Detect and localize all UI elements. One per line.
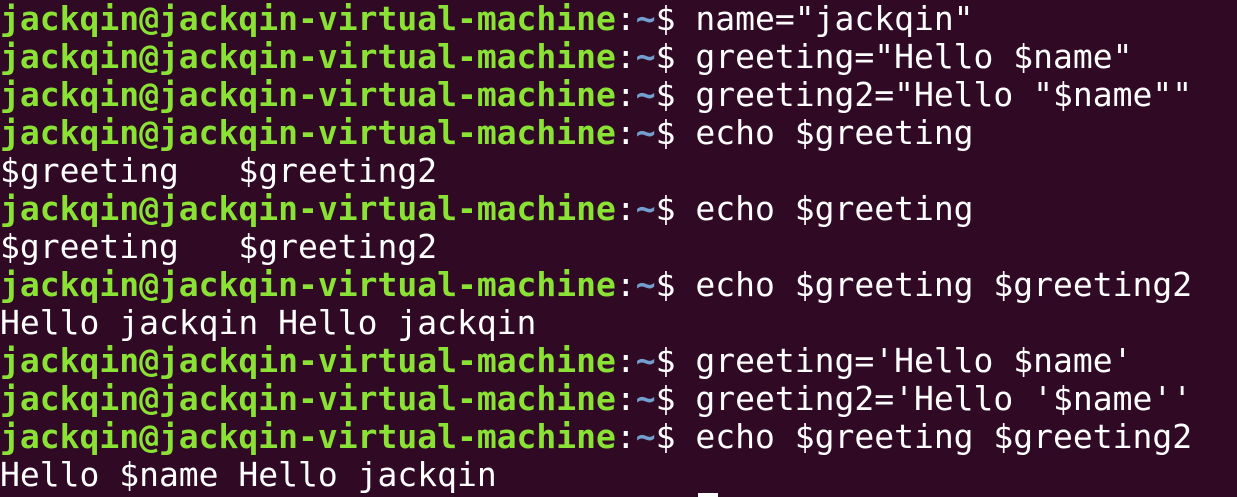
command-text: greeting2='Hello '$name'' bbox=[695, 379, 1193, 418]
prompt-line: jackqin@jackqin-virtual-machine:~$ echo … bbox=[0, 266, 1237, 304]
prompt-colon: : bbox=[615, 0, 636, 38]
prompt-path: ~ bbox=[635, 341, 656, 380]
terminal-output: jackqin@jackqin-virtual-machine:~$ name=… bbox=[0, 0, 1237, 494]
output-line: $greeting $greeting2 bbox=[0, 228, 1237, 266]
prompt-symbol: $ bbox=[655, 37, 696, 76]
prompt-symbol: $ bbox=[655, 379, 696, 418]
output-line: Hello $name Hello jackqin bbox=[0, 456, 1237, 494]
prompt-user-host: jackqin@jackqin-virtual-machine bbox=[0, 417, 616, 456]
prompt-path: ~ bbox=[635, 113, 656, 152]
prompt-line: jackqin@jackqin-virtual-machine:~$ greet… bbox=[0, 342, 1237, 380]
prompt-user-host: jackqin@jackqin-virtual-machine bbox=[0, 265, 616, 304]
prompt-symbol: $ bbox=[655, 75, 696, 114]
prompt-symbol: $ bbox=[655, 265, 696, 304]
command-text: greeting='Hello $name' bbox=[695, 341, 1133, 380]
prompt-colon: : bbox=[615, 37, 636, 76]
prompt-colon: : bbox=[615, 341, 636, 380]
prompt-user-host: jackqin@jackqin-virtual-machine bbox=[0, 341, 616, 380]
output-text: $greeting $greeting2 bbox=[0, 227, 438, 266]
prompt-path: ~ bbox=[635, 379, 656, 418]
prompt-path: ~ bbox=[635, 265, 656, 304]
prompt-symbol: $ bbox=[655, 341, 696, 380]
prompt-line: jackqin@jackqin-virtual-machine:~$ name=… bbox=[0, 0, 1237, 38]
command-text: greeting="Hello $name" bbox=[695, 37, 1133, 76]
terminal-window[interactable]: jackqin@jackqin-virtual-machine:~$ name=… bbox=[0, 0, 1237, 497]
prompt-user-host: jackqin@jackqin-virtual-machine bbox=[0, 379, 616, 418]
prompt-symbol: $ bbox=[655, 417, 696, 456]
prompt-path: ~ bbox=[635, 37, 656, 76]
prompt-path: ~ bbox=[635, 417, 656, 456]
prompt-user-host: jackqin@jackqin-virtual-machine bbox=[0, 75, 616, 114]
prompt-colon: : bbox=[615, 417, 636, 456]
output-line: $greeting $greeting2 bbox=[0, 152, 1237, 190]
output-text: Hello $name Hello jackqin bbox=[0, 455, 497, 494]
command-text: echo $greeting bbox=[695, 113, 974, 152]
command-text: name="jackqin" bbox=[695, 0, 974, 38]
prompt-line: jackqin@jackqin-virtual-machine:~$ greet… bbox=[0, 380, 1237, 418]
prompt-symbol: $ bbox=[655, 189, 696, 228]
prompt-user-host: jackqin@jackqin-virtual-machine bbox=[0, 0, 616, 38]
command-text: echo $greeting $greeting2 bbox=[695, 265, 1193, 304]
prompt-user-host: jackqin@jackqin-virtual-machine bbox=[0, 37, 616, 76]
prompt-path: ~ bbox=[635, 189, 656, 228]
output-text: Hello jackqin Hello jackqin bbox=[0, 303, 537, 342]
command-text: echo $greeting $greeting2 bbox=[695, 417, 1193, 456]
output-line: Hello jackqin Hello jackqin bbox=[0, 304, 1237, 342]
output-text: $greeting $greeting2 bbox=[0, 151, 438, 190]
prompt-user-host: jackqin@jackqin-virtual-machine bbox=[0, 113, 616, 152]
prompt-user-host: jackqin@jackqin-virtual-machine bbox=[0, 189, 616, 228]
prompt-line: jackqin@jackqin-virtual-machine:~$ greet… bbox=[0, 38, 1237, 76]
prompt-path: ~ bbox=[635, 75, 656, 114]
command-text: greeting2="Hello "$name"" bbox=[695, 75, 1193, 114]
prompt-colon: : bbox=[615, 113, 636, 152]
prompt-symbol: $ bbox=[655, 113, 696, 152]
prompt-colon: : bbox=[615, 379, 636, 418]
prompt-line: jackqin@jackqin-virtual-machine:~$ echo … bbox=[0, 418, 1237, 456]
prompt-line: jackqin@jackqin-virtual-machine:~$ echo … bbox=[0, 190, 1237, 228]
text-cursor bbox=[698, 493, 718, 497]
prompt-colon: : bbox=[615, 265, 636, 304]
command-text: echo $greeting bbox=[695, 189, 974, 228]
prompt-colon: : bbox=[615, 75, 636, 114]
prompt-line: jackqin@jackqin-virtual-machine:~$ greet… bbox=[0, 76, 1237, 114]
prompt-path: ~ bbox=[635, 0, 656, 38]
prompt-line: jackqin@jackqin-virtual-machine:~$ echo … bbox=[0, 114, 1237, 152]
prompt-colon: : bbox=[615, 189, 636, 228]
prompt-symbol: $ bbox=[655, 0, 696, 38]
